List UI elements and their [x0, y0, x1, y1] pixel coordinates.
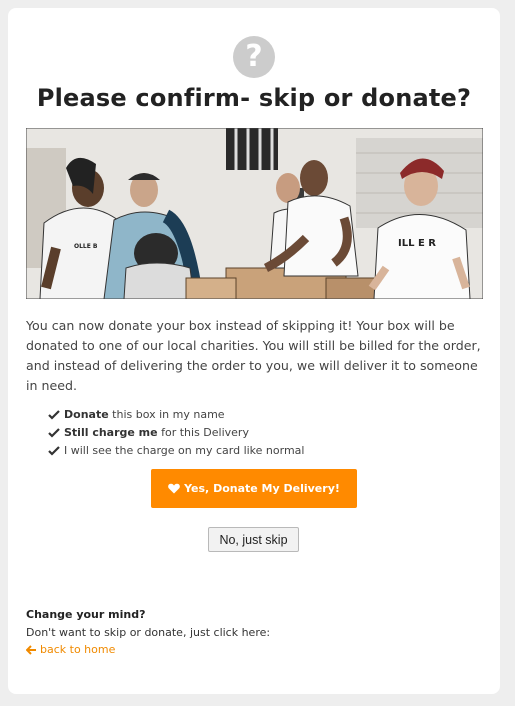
- donation-description: You can now donate your box instead of s…: [26, 318, 481, 393]
- check-icon: [48, 410, 60, 420]
- checklist-text: this box in my name: [108, 408, 225, 421]
- back-link-label: back to home: [40, 643, 116, 656]
- checklist-bold: Still charge me: [64, 426, 158, 439]
- checklist-item: Still charge me for this Delivery: [48, 424, 468, 442]
- check-icon: [48, 446, 60, 456]
- shirt-print-right: ILL E R: [398, 238, 436, 249]
- heart-icon: [168, 483, 180, 494]
- donate-delivery-button[interactable]: Yes, Donate My Delivery!: [151, 469, 357, 508]
- checklist-item: I will see the charge on my card like no…: [48, 442, 468, 460]
- change-mind-heading: Change your mind?: [26, 608, 146, 621]
- checklist-item: Donate this box in my name: [48, 406, 468, 424]
- donation-checklist: Donate this box in my name Still charge …: [48, 406, 468, 460]
- donate-button-label: Yes, Donate My Delivery!: [184, 482, 340, 495]
- shirt-print-left: OLLE B: [74, 243, 98, 250]
- checklist-text: I will see the charge on my card like no…: [64, 444, 305, 457]
- change-mind-text: Don't want to skip or donate, just click…: [26, 626, 271, 639]
- check-icon: [48, 428, 60, 438]
- arrow-left-icon: [26, 644, 36, 655]
- page-title: Please confirm- skip or donate?: [36, 84, 472, 112]
- checklist-text: for this Delivery: [157, 426, 249, 439]
- skip-button[interactable]: No, just skip: [208, 527, 299, 552]
- back-to-home-link[interactable]: back to home: [26, 643, 115, 656]
- checklist-bold: Donate: [64, 408, 109, 421]
- question-circle-icon: ?: [233, 36, 275, 78]
- volunteers-photo: ILL E R OLLE B: [26, 128, 483, 299]
